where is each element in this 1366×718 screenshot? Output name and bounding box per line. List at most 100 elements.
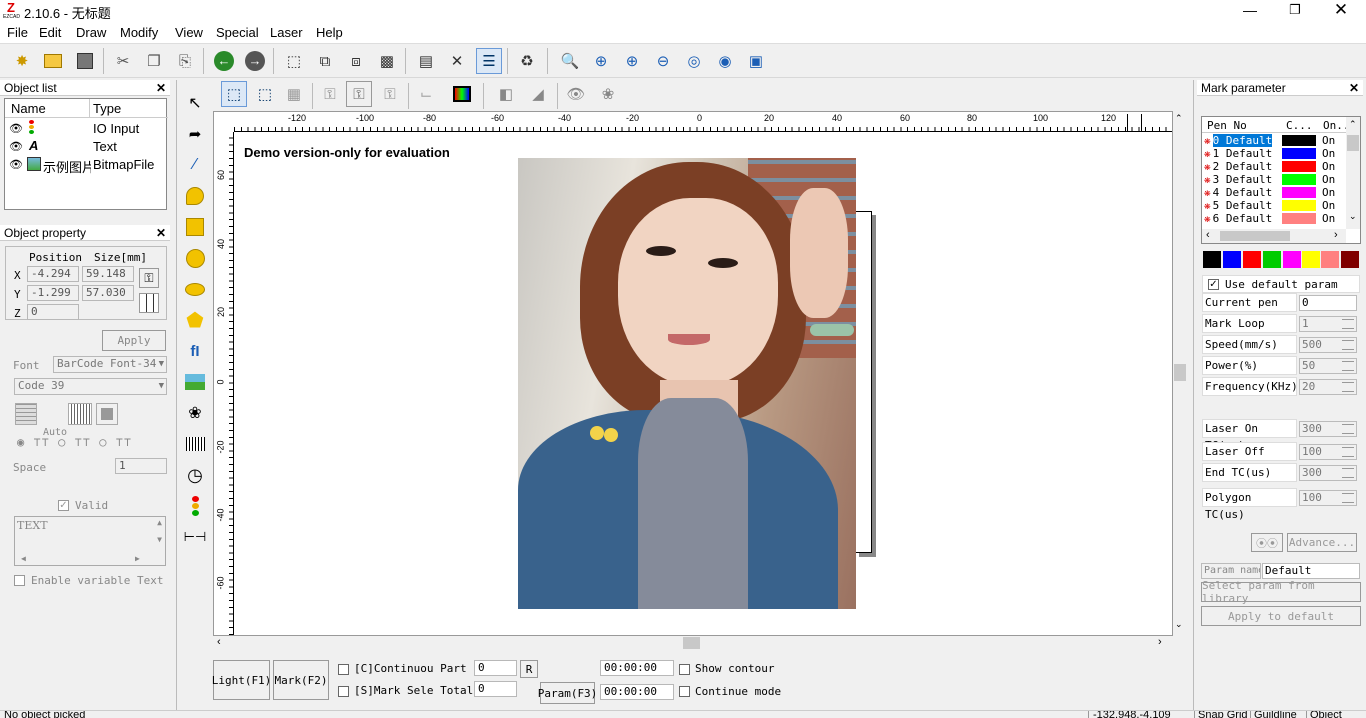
zoom-all-icon[interactable]: ◎ <box>681 48 707 74</box>
reset-button[interactable]: R <box>520 660 538 678</box>
menu-file[interactable]: File <box>7 25 28 40</box>
color-swatch[interactable] <box>1321 251 1339 268</box>
unlock-all-icon[interactable]: ⚿ <box>377 81 403 107</box>
power-field[interactable]: 50 <box>1299 358 1357 374</box>
chevron-down-icon[interactable]: ▼ <box>157 535 162 544</box>
close-button[interactable]: ✕ <box>1330 0 1352 22</box>
apply-button[interactable]: Apply <box>102 330 166 351</box>
font-select[interactable]: BarCode Font-34 ▼ <box>53 356 167 373</box>
color-swatch[interactable] <box>1223 251 1241 268</box>
pen-list-hscroll[interactable]: ‹ › <box>1202 229 1346 243</box>
pen-color-icon[interactable] <box>449 81 475 107</box>
pen-row[interactable]: ❋ 0 Default On <box>1204 134 1336 147</box>
wobble-icon[interactable]: ⦿⦿ <box>1251 533 1283 552</box>
zoom-icon[interactable]: 🔍 <box>557 48 583 74</box>
ellipse-tool-icon[interactable] <box>183 277 207 301</box>
close-icon[interactable]: ✕ <box>156 225 166 241</box>
eye-icon[interactable]: 👁 <box>9 122 23 135</box>
z-position-field[interactable]: 0 <box>27 304 79 320</box>
chevron-up-icon[interactable]: ⌃ <box>1349 119 1357 130</box>
snap-guide-icon[interactable]: ⬚ <box>252 81 278 107</box>
snap-grid-icon[interactable]: ⬚ <box>221 81 247 107</box>
paste-icon[interactable]: ⎘ <box>172 48 198 74</box>
rectangle-tool-icon[interactable] <box>183 215 207 239</box>
unlock-icon[interactable]: ⚿ <box>346 81 372 107</box>
copy-icon[interactable]: ❐ <box>141 48 167 74</box>
select-node-icon[interactable]: ⧉ <box>312 48 338 74</box>
mark-selected-checkbox[interactable] <box>338 686 349 697</box>
total-count-field[interactable]: 0 <box>474 681 517 697</box>
mark-loop-field[interactable]: 1 <box>1299 316 1357 332</box>
column-type[interactable]: Type <box>90 99 168 118</box>
chevron-left-icon[interactable]: ‹ <box>1206 229 1210 241</box>
spacing-options[interactable]: ◉ ⊤⊤ ○ ⊤⊤ ○ ⊤⊤ <box>17 435 167 453</box>
chevron-down-icon[interactable]: ⌄ <box>1349 211 1357 222</box>
chevron-left-icon[interactable]: ◀ <box>21 554 26 563</box>
speed-field[interactable]: 500 <box>1299 337 1357 353</box>
minimize-button[interactable]: — <box>1240 0 1260 22</box>
mirror-vertical-icon[interactable]: ◢ <box>525 81 551 107</box>
menu-special[interactable]: Special <box>216 25 259 40</box>
close-icon[interactable]: ✕ <box>156 80 166 96</box>
pen-row[interactable]: ❋ 2 Default On <box>1204 160 1336 173</box>
curve-tool-icon[interactable] <box>183 184 207 208</box>
pen-row[interactable]: ❋ 1 Default On <box>1204 147 1336 160</box>
end-tc-field[interactable]: 300 <box>1299 465 1357 481</box>
snap-object-icon[interactable]: ▦ <box>281 81 307 107</box>
list-icon[interactable]: ☰ <box>476 48 502 74</box>
mirror-horizontal-icon[interactable]: ◧ <box>493 81 519 107</box>
list-item[interactable]: 👁 IO Input <box>5 120 168 138</box>
tree-icon[interactable]: ♻ <box>514 48 540 74</box>
chevron-up-icon[interactable]: ⌃ <box>1175 113 1183 124</box>
anchor-grid-icon[interactable] <box>139 293 159 313</box>
close-icon[interactable]: ✕ <box>1349 80 1359 96</box>
chevron-down-icon[interactable]: ⌄ <box>1175 619 1183 630</box>
column-pen-no[interactable]: Pen No <box>1207 119 1247 132</box>
menu-draw[interactable]: Draw <box>76 25 106 40</box>
tools-icon[interactable]: ✕ <box>444 48 470 74</box>
zoom-plus-icon[interactable]: ⊕ <box>619 48 645 74</box>
output-tool-icon[interactable]: ⊢⊣ <box>183 525 207 549</box>
chevron-left-icon[interactable]: ‹ <box>217 636 221 648</box>
param-button[interactable]: Param(F3) <box>538 682 597 704</box>
status-object-snap[interactable]: Object Snap <box>1306 711 1366 718</box>
text-area[interactable]: TEXT ▲ ▼ ◀ ▶ <box>14 516 166 566</box>
spin-icon[interactable] <box>1342 361 1354 371</box>
horizontal-scrollbar[interactable]: ‹ › <box>213 636 1173 650</box>
chevron-up-icon[interactable]: ▲ <box>157 518 162 527</box>
lock-icon[interactable]: ⚿ <box>139 268 159 288</box>
vector-file-tool-icon[interactable]: ❀ <box>183 401 207 425</box>
align-icon[interactable]: ▤ <box>413 48 439 74</box>
light-button[interactable]: Light(F1) <box>212 660 271 700</box>
y-position-field[interactable]: -1.299 <box>27 285 79 301</box>
hide-icon[interactable]: 👁 <box>563 81 589 107</box>
timer-tool-icon[interactable]: ◷ <box>183 463 207 487</box>
current-pen-field[interactable]: 0 <box>1299 295 1357 311</box>
eye-icon[interactable]: 👁 <box>9 158 23 171</box>
enable-variable-checkbox[interactable] <box>14 575 25 586</box>
laser-off-tc-field[interactable]: 100 <box>1299 444 1357 460</box>
spin-icon[interactable] <box>1342 424 1354 434</box>
color-swatch[interactable] <box>1203 251 1221 268</box>
menu-edit[interactable]: Edit <box>39 25 61 40</box>
bitmap-object[interactable] <box>518 158 856 609</box>
frequency-field[interactable]: 20 <box>1299 379 1357 395</box>
pointer-tool-icon[interactable]: ↖ <box>183 91 207 115</box>
spin-icon[interactable] <box>1342 340 1354 350</box>
space-field[interactable]: 1 <box>115 458 167 474</box>
height-field[interactable]: 57.030 <box>82 285 134 301</box>
scroll-thumb[interactable] <box>683 637 700 649</box>
color-swatch[interactable] <box>1341 251 1359 268</box>
spin-icon[interactable] <box>1342 382 1354 392</box>
continuous-checkbox[interactable] <box>338 664 349 675</box>
select-box-icon[interactable]: ⬚ <box>281 48 307 74</box>
vertical-scrollbar[interactable]: ⌃ ⌄ <box>1173 111 1187 636</box>
laser-on-tc-field[interactable]: 300 <box>1299 421 1357 437</box>
barcode-icon[interactable] <box>68 403 92 425</box>
valid-checkbox[interactable]: ✓ <box>58 500 69 511</box>
list-item[interactable]: 👁 A Text <box>5 138 168 156</box>
zoom-window-icon[interactable]: ◉ <box>712 48 738 74</box>
color-swatch[interactable] <box>1243 251 1261 268</box>
menu-modify[interactable]: Modify <box>120 25 158 40</box>
show-contour-checkbox[interactable] <box>679 664 690 675</box>
